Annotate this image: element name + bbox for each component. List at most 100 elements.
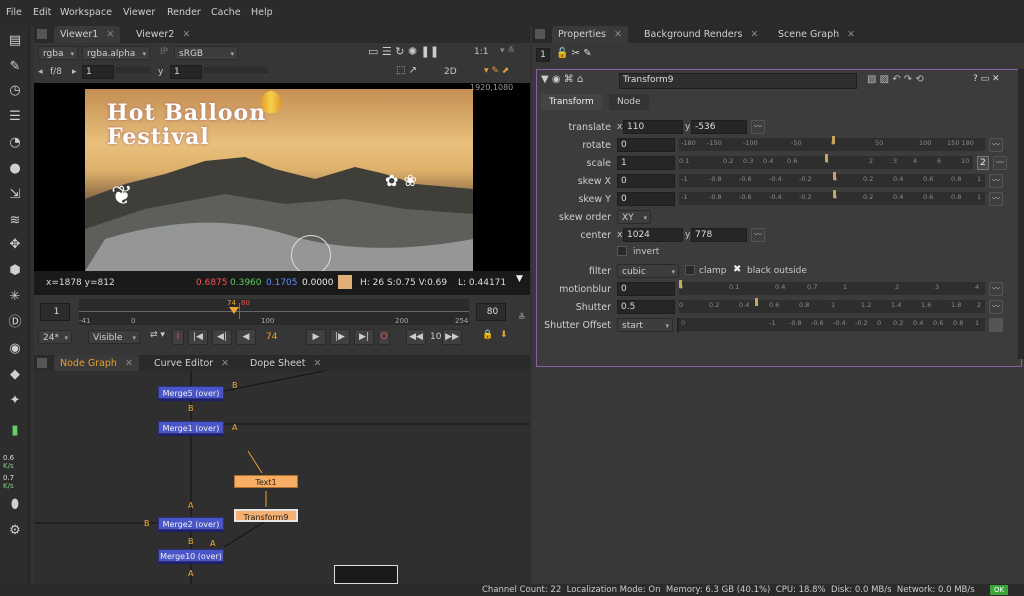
node-text1[interactable]: Text1 xyxy=(234,475,298,488)
skewy-field[interactable]: 0 xyxy=(617,192,675,206)
close-icon[interactable]: ✕ xyxy=(182,29,190,40)
play-backward-button[interactable]: ◀ xyxy=(236,329,256,345)
node-thumbnail[interactable] xyxy=(334,565,398,584)
furnace-icon[interactable]: ⬮ xyxy=(6,496,24,514)
info-dropdown-icon[interactable]: ▼ xyxy=(516,274,523,284)
menu-workspace[interactable]: Workspace xyxy=(60,7,112,18)
translate-y-field[interactable]: -536 xyxy=(691,120,747,134)
lock-icon[interactable]: 🔒 xyxy=(482,330,493,340)
subtab-node[interactable]: Node xyxy=(609,94,649,110)
skewy-slider[interactable]: -1-0.8-0.6-0.4-0.200.20.40.60.81 xyxy=(679,190,985,206)
fstop-increase-icon[interactable]: ▸ xyxy=(72,67,77,77)
curve-icon[interactable]: 〰 xyxy=(989,192,1003,206)
invert-checkbox[interactable] xyxy=(617,246,627,256)
scale-channels-button[interactable]: 2 xyxy=(977,156,989,170)
prev-keyframe-button[interactable]: ◀| xyxy=(212,329,232,345)
clamp-checkbox[interactable] xyxy=(685,265,695,275)
center-y-field[interactable]: 778 xyxy=(691,228,747,242)
scale-slider[interactable]: 0.10.20.30.40.61234610 xyxy=(679,154,973,170)
current-frame[interactable]: 74 xyxy=(266,332,277,342)
fps-select[interactable]: 24* ▾ xyxy=(38,330,72,344)
curve-icon[interactable]: 〰 xyxy=(989,138,1003,152)
node-merge2[interactable]: Merge2 (over) xyxy=(158,517,224,530)
views-icon[interactable]: ◉ xyxy=(6,340,24,358)
3d-icon[interactable]: ⬢ xyxy=(6,262,24,280)
filter-icon[interactable]: ● xyxy=(6,160,24,178)
rotate-slider[interactable]: -180-150-100-50050100150 180 xyxy=(679,136,985,152)
node-merge10[interactable]: Merge10 (over) xyxy=(158,549,224,562)
shutter-offset-slider[interactable]: 0 -1 -0.8 -0.6 -0.4 -0.2 0 0.2 0.4 0.6 0.8 1 xyxy=(679,318,985,332)
center-x-field[interactable]: 1024 xyxy=(623,228,683,242)
skew-order-select[interactable]: XY ▾ xyxy=(617,210,651,224)
metadata-icon[interactable]: ◆ xyxy=(6,366,24,384)
step-forward-button[interactable]: ▶▶ xyxy=(442,329,462,345)
node-transform9[interactable]: Transform9 xyxy=(234,509,298,522)
node-name-field[interactable]: Transform9 xyxy=(619,73,857,89)
toolsets-icon[interactable]: ✦ xyxy=(6,392,24,410)
shutter-offset-select[interactable]: start ▾ xyxy=(617,318,673,332)
panel-window-icons[interactable]: ? ▭ ✕ xyxy=(973,74,1000,84)
close-icon[interactable]: ✕ xyxy=(750,29,758,40)
ip-toggle[interactable]: IP xyxy=(160,47,168,57)
properties-scrollbar[interactable] xyxy=(1018,69,1024,359)
visible-select[interactable]: Visible ▾ xyxy=(88,330,140,344)
tab-properties[interactable]: Properties ✕ xyxy=(552,26,628,44)
menu-render[interactable]: Render xyxy=(167,7,201,18)
step-back-button[interactable]: ◀◀ xyxy=(406,329,426,345)
close-icon[interactable]: ✕ xyxy=(314,358,322,369)
goto-start-button[interactable]: |◀ xyxy=(188,329,208,345)
keyer-icon[interactable]: ⇲ xyxy=(6,186,24,204)
translate-x-field[interactable]: 110 xyxy=(623,120,683,134)
settings-icon[interactable]: ⚙ xyxy=(6,522,24,540)
flipbook-icon[interactable]: ⬇ xyxy=(500,330,508,340)
shutter-slider[interactable]: 0 0.2 0.4 0.6 0.8 1 1.2 1.4 1.6 1.8 2 xyxy=(679,298,985,314)
play-forward-button[interactable]: ▶ xyxy=(306,329,326,345)
gamma-field[interactable]: 1 xyxy=(170,65,202,79)
alpha-select[interactable]: rgba.alpha ▾ xyxy=(82,46,150,60)
step-size[interactable]: 10 xyxy=(430,332,441,342)
pane-menu-icon[interactable] xyxy=(535,29,545,39)
image-icon[interactable]: ▤ xyxy=(6,32,24,50)
fstop-decrease-icon[interactable]: ◂ xyxy=(38,67,43,77)
node-graph-canvas[interactable]: Merge5 (over) B B Merge1 (over) A Text1 … xyxy=(34,371,530,584)
zoom-dropdown-icon[interactable]: ▾ ≚ xyxy=(500,46,515,56)
frame-slider[interactable]: -41 0 100 200 254 74 80 xyxy=(79,299,469,325)
viewer-icons[interactable]: ▭ ☰ ↻ ✺ ❚❚ xyxy=(368,45,439,58)
goto-end-button[interactable]: ▶| xyxy=(354,329,374,345)
curve-icon[interactable]: 〰 xyxy=(989,174,1003,188)
draw-icon[interactable]: ✎ xyxy=(6,58,24,76)
tab-viewer2[interactable]: Viewer2 ✕ xyxy=(130,26,196,44)
menu-edit[interactable]: Edit xyxy=(33,7,51,18)
close-icon[interactable]: ✕ xyxy=(125,358,133,369)
menu-help[interactable]: Help xyxy=(251,7,273,18)
skewx-slider[interactable]: -1-0.8-0.6-0.4-0.200.20.40.60.81 xyxy=(679,172,985,188)
transform-handle[interactable] xyxy=(291,235,331,271)
colorspace-select[interactable]: sRGB ▾ xyxy=(174,46,238,60)
particles-icon[interactable]: ✳ xyxy=(6,288,24,306)
in-point-button[interactable]: I xyxy=(172,329,184,345)
motionblur-field[interactable]: 0 xyxy=(617,282,675,296)
menu-cache[interactable]: Cache xyxy=(211,7,241,18)
next-keyframe-button[interactable]: |▶ xyxy=(330,329,350,345)
tab-background-renders[interactable]: Background Renders ✕ xyxy=(638,26,764,44)
pick-icon[interactable]: ▾ ✎ ⬈ xyxy=(484,66,509,76)
zoom-level[interactable]: 1:1 xyxy=(474,47,488,57)
channel-icon[interactable]: ☰ xyxy=(6,108,24,126)
panel-tools-icon[interactable]: 🔓 ✂ ✎ xyxy=(556,48,592,59)
panel-header-icons[interactable]: ▼ ◉ ⌘ ⌂ xyxy=(541,74,583,85)
view-mode[interactable]: 2D xyxy=(444,67,457,77)
curve-icon[interactable]: 〰 xyxy=(989,300,1003,314)
merge-icon[interactable]: ≋ xyxy=(6,212,24,230)
last-frame-field[interactable]: 80 xyxy=(476,303,506,321)
close-icon[interactable]: ✕ xyxy=(221,358,229,369)
first-frame-field[interactable]: 1 xyxy=(40,303,70,321)
curve-icon[interactable]: 〰 xyxy=(751,228,765,242)
curve-icon[interactable]: 〰 xyxy=(989,282,1003,296)
black-outside-checkbox[interactable]: ✖ xyxy=(733,264,741,275)
pane-menu-icon[interactable] xyxy=(37,358,47,368)
timeline-expand-icon[interactable]: ≚ xyxy=(518,313,526,323)
scale-field[interactable]: 1 xyxy=(617,156,675,170)
shutter-field[interactable]: 0.5 xyxy=(617,300,675,314)
tab-scene-graph[interactable]: Scene Graph ✕ xyxy=(772,26,861,44)
menu-viewer[interactable]: Viewer xyxy=(123,7,155,18)
